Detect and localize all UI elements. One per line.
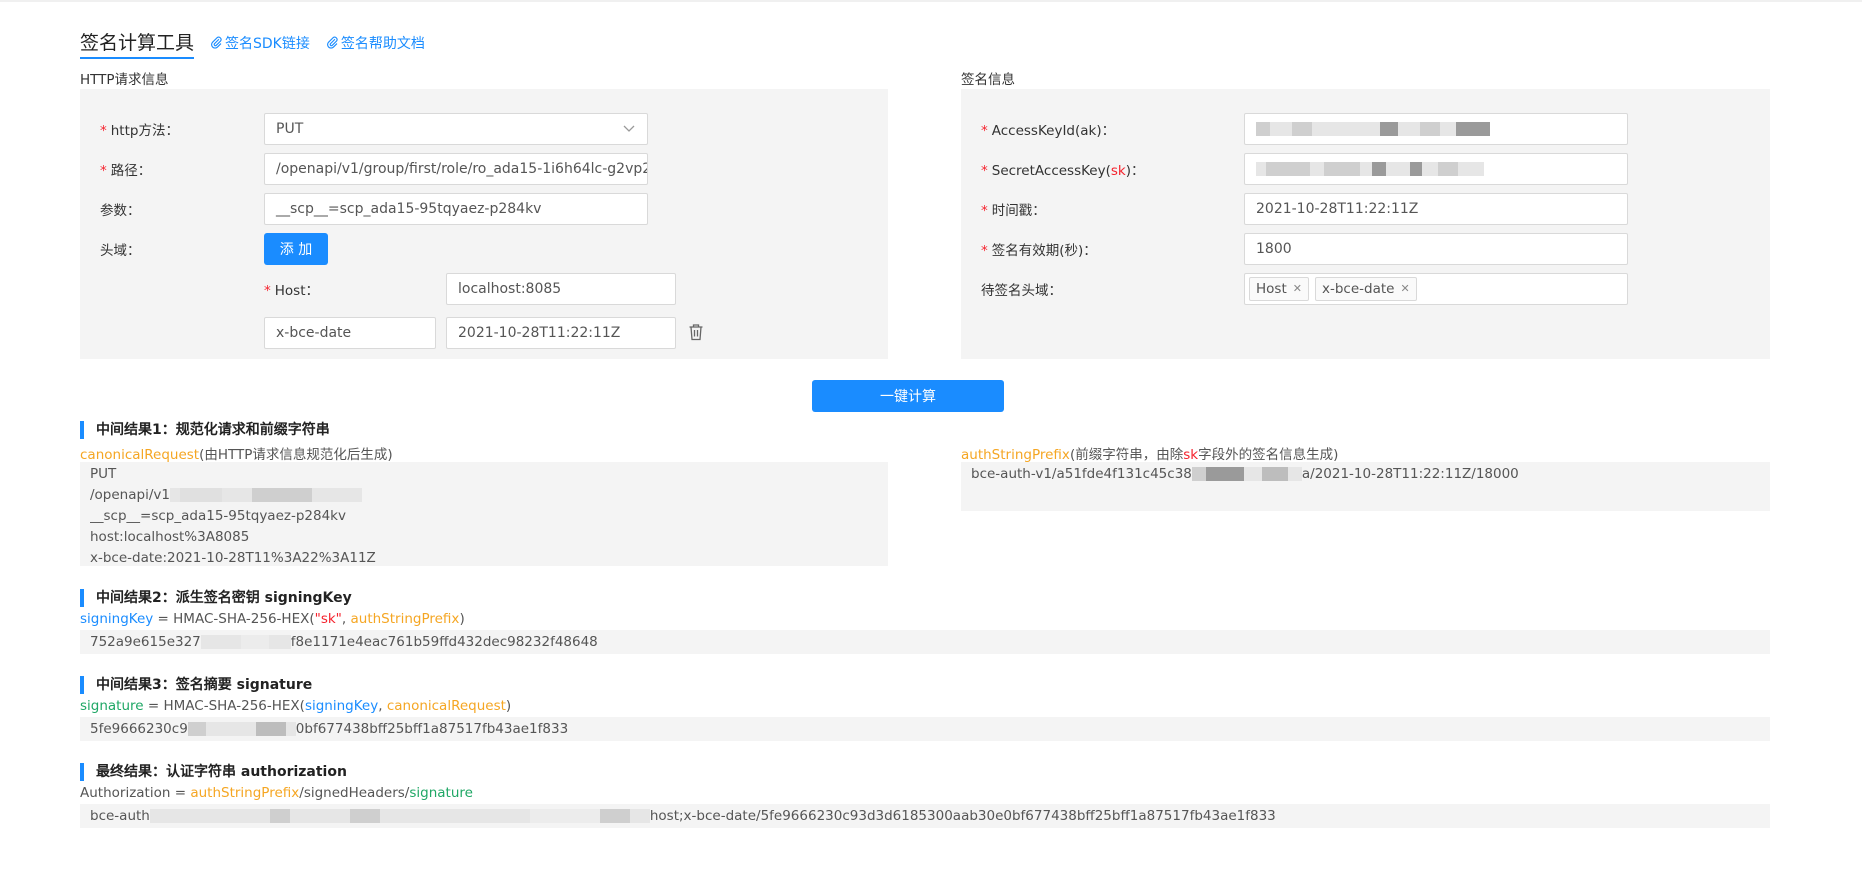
header-value-input[interactable]: 2021-10-28T11:22:11Z <box>446 317 676 349</box>
paperclip-icon <box>326 36 338 49</box>
method-label: * http方法： <box>100 123 179 139</box>
authorization-formula: Authorization = authStringPrefix/signedH… <box>80 785 473 801</box>
headers-label: 头域： <box>100 243 141 259</box>
timestamp-input[interactable]: 2021-10-28T11:22:11Z <box>1244 193 1628 225</box>
path-label: * 路径： <box>100 163 152 179</box>
prefix-caption: authStringPrefix(前缀字符串，由除sk字段外的签名信息生成) <box>961 447 1339 463</box>
add-header-button[interactable]: 添 加 <box>264 233 328 265</box>
expire-label: * 签名有效期(秒)： <box>981 243 1097 259</box>
canonical-line: __scp__=scp_ada15-95tqyaez-p284kv <box>90 508 346 524</box>
timestamp-label: * 时间戳： <box>981 203 1046 219</box>
paperclip-icon <box>211 36 222 49</box>
params-input[interactable]: __scp__=scp_ada15-95tqyaez-p284kv <box>264 193 648 225</box>
signing-key-box: 752a9e615e327 f8e1171e4eac761b59ffd432dec… <box>80 630 1770 654</box>
signing-key-value: 752a9e615e327 f8e1171e4eac761b59ffd432dec… <box>90 634 598 650</box>
tag-x-bce-date: x-bce-date ✕ <box>1314 274 1417 304</box>
sign-panel: * AccessKeyId(ak)： * SecretAccessKey(sk)： … <box>961 89 1770 359</box>
signature-value: 5fe9666230c9 0bf677438bff25bff1a87517fb43… <box>90 721 569 737</box>
signed-headers-select[interactable]: Host ✕ x-bce-date ✕ <box>1244 273 1628 305</box>
authorization-value: bce-auth host;x-bce-date/5fe9666230c93d3d… <box>90 808 1276 824</box>
top-divider <box>0 0 1862 2</box>
tag-host: Host ✕ <box>1249 277 1309 301</box>
trash-icon[interactable] <box>688 323 704 341</box>
canonical-line: /openapi/v1 <box>90 485 878 506</box>
canonical-line: host:localhost%3A8085 <box>90 529 250 545</box>
host-label: * Host： <box>264 283 319 299</box>
sdk-link[interactable]: 签名SDK链接 <box>210 33 310 53</box>
signature-formula: signature = HMAC-SHA-256-HEX(signingKey,… <box>80 698 512 714</box>
close-icon[interactable]: ✕ <box>1293 274 1302 304</box>
canonical-line: x-bce-date:2021-10-28T11%3A22%3A11Z <box>90 550 376 566</box>
help-link-label: 签名帮助文档 <box>340 35 425 52</box>
signed-headers-label: 待签名头域： <box>981 283 1062 299</box>
ak-label: * AccessKeyId(ak)： <box>981 123 1116 139</box>
sign-section-label: 签名信息 <box>961 72 1015 88</box>
final-heading: 最终结果：认证字符串 authorization <box>80 763 347 781</box>
canonical-line: PUT <box>90 466 117 482</box>
canonical-request-box: PUT /openapi/v1 __scp__=scp_ada15-95tqya… <box>80 462 888 566</box>
http-section-label: HTTP请求信息 <box>80 72 169 88</box>
page-title: 签名计算工具 <box>80 28 195 59</box>
signature-box: 5fe9666230c9 0bf677438bff25bff1a87517fb43… <box>80 717 1770 741</box>
http-panel: * http方法： PUT * 路径： /openapi/v1/group/firs… <box>80 89 888 359</box>
result3-heading: 中间结果3：签名摘要 signature <box>80 676 312 694</box>
sk-label: * SecretAccessKey(sk)： <box>981 163 1145 179</box>
result2-heading: 中间结果2：派生签名密钥 signingKey <box>80 589 352 607</box>
auth-string-prefix-box: bce-auth-v1/a51fde4f131c45c38 a/2021-10-2… <box>961 462 1770 511</box>
chevron-down-icon <box>623 125 635 132</box>
compute-button[interactable]: 一键计算 <box>812 380 1004 412</box>
method-select[interactable]: PUT <box>264 113 648 145</box>
signing-key-formula: signingKey = HMAC-SHA-256-HEX("sk", auth… <box>80 611 465 627</box>
help-link[interactable]: 签名帮助文档 <box>326 33 425 53</box>
close-icon[interactable]: ✕ <box>1400 274 1409 304</box>
prefix-value: bce-auth-v1/a51fde4f131c45c38 a/2021-10-2… <box>971 466 1519 482</box>
expire-input[interactable]: 1800 <box>1244 233 1628 265</box>
path-input[interactable]: /openapi/v1/group/first/role/ro_ada15-1i… <box>264 153 648 185</box>
sk-input[interactable] <box>1244 153 1628 185</box>
sdk-link-label: 签名SDK链接 <box>225 35 310 52</box>
header-key-input[interactable]: x-bce-date <box>264 317 436 349</box>
ak-input[interactable] <box>1244 113 1628 145</box>
title-row: 签名计算工具 签名SDK链接 签名帮助文档 <box>80 28 425 59</box>
host-value-input[interactable]: localhost:8085 <box>446 273 676 305</box>
result1-heading: 中间结果1：规范化请求和前缀字符串 <box>80 421 330 439</box>
canonical-caption: canonicalRequest(由HTTP请求信息规范化后生成) <box>80 447 393 463</box>
authorization-box: bce-auth host;x-bce-date/5fe9666230c93d3d… <box>80 804 1770 828</box>
params-label: 参数： <box>100 203 141 219</box>
